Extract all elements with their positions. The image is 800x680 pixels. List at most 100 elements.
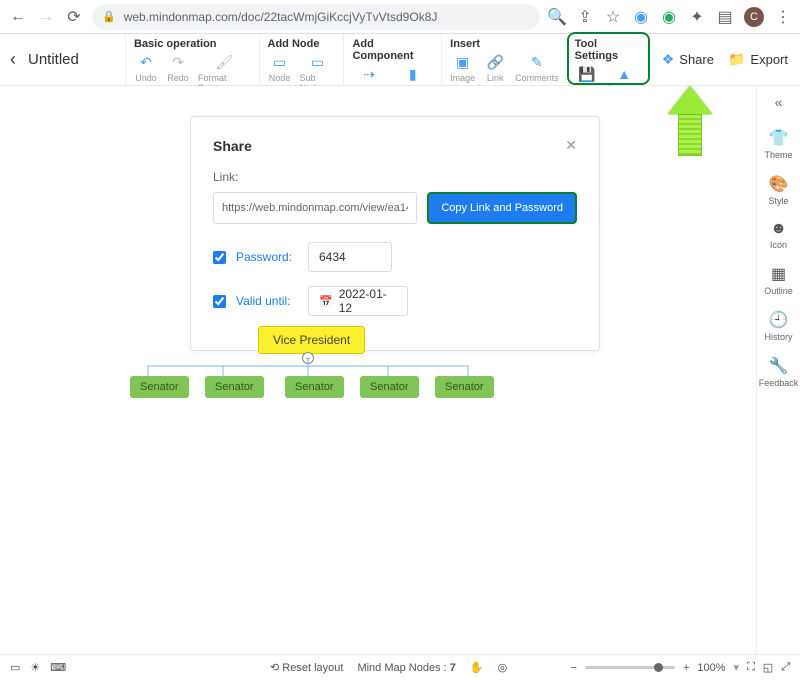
keyboard-icon[interactable]: ⌨ (50, 661, 66, 674)
group-insert: Insert ▣Image 🔗Link ✎Comments (441, 34, 567, 85)
share-dialog-title: Share (213, 138, 252, 154)
sidebar-feedback[interactable]: 🔧Feedback (759, 356, 799, 388)
reset-layout-button[interactable]: ⟲ Reset layout (270, 661, 343, 674)
menu-dots-icon[interactable]: ⋮ (774, 8, 792, 26)
group-addcomp-title: Add Component (352, 38, 433, 62)
export-button[interactable]: 📁Export (728, 51, 788, 68)
summary-icon: ▮ (409, 66, 417, 83)
presentation-icon[interactable]: ▭ (10, 661, 20, 674)
app-header: ‹ Untitled Basic operation ↶Undo ↷Redo 🖌… (0, 34, 800, 86)
node-senator-3[interactable]: Senator (285, 376, 344, 398)
node-senator-4[interactable]: Senator (360, 376, 419, 398)
sidebar-outline[interactable]: ▦Outline (764, 264, 793, 296)
tshirt-icon: 👕 (769, 128, 789, 148)
subnode-icon: ▭ (311, 54, 324, 71)
zoom-value: 100% (697, 662, 725, 674)
target-icon[interactable]: ◎ (498, 661, 508, 674)
image-button[interactable]: ▣Image (450, 54, 475, 83)
group-basic: Basic operation ↶Undo ↷Redo 🖌Format Pain… (125, 34, 259, 85)
browser-reload-icon[interactable]: ⟳ (64, 7, 84, 27)
sidebar-theme[interactable]: 👕Theme (764, 128, 792, 160)
grid-icon: ▦ (771, 264, 786, 284)
share-dialog: Share ✕ Link: Copy Link and Password Pas… (190, 116, 600, 351)
sidebar-icon[interactable]: ☻Icon (770, 220, 787, 250)
node-count: Mind Map Nodes : 7 (357, 662, 455, 674)
lock-icon: 🔒 (102, 10, 116, 23)
canvas[interactable]: « 👕Theme 🎨Style ☻Icon ▦Outline 🕘History … (0, 86, 800, 654)
smiley-icon: ☻ (770, 220, 787, 238)
sidebar-history[interactable]: 🕘History (764, 310, 792, 342)
valid-until-label: Valid until: (236, 294, 298, 308)
url-bar[interactable]: 🔒 web.mindonmap.com/doc/22tacWmjGiKccjVy… (92, 4, 540, 30)
back-arrow-icon[interactable]: ‹ (10, 49, 16, 70)
doc-title[interactable]: Untitled (28, 51, 79, 68)
password-checkbox[interactable] (213, 251, 226, 264)
brush-icon: 🖌 (215, 54, 233, 71)
comments-icon: ✎ (531, 54, 543, 71)
connectors (128, 358, 488, 378)
brightness-icon[interactable]: ☀ (30, 661, 40, 674)
ext1-icon[interactable]: ◉ (632, 8, 650, 26)
fullscreen-icon[interactable]: ⤢ (781, 661, 790, 674)
url-text: web.mindonmap.com/doc/22tacWmjGiKccjVyTv… (124, 10, 438, 24)
sidebar-style[interactable]: 🎨Style (768, 174, 788, 206)
copy-link-button[interactable]: Copy Link and Password (427, 192, 577, 224)
browser-forward-icon[interactable]: → (36, 7, 56, 27)
reading-list-icon[interactable]: ▤ (716, 8, 734, 26)
profile-avatar[interactable]: C (744, 7, 764, 27)
right-sidebar: « 👕Theme 🎨Style ☻Icon ▦Outline 🕘History … (756, 86, 800, 654)
valid-until-input[interactable]: 📅 2022-01-12 (308, 286, 408, 316)
share-icon: ❖ (662, 51, 675, 68)
zoom-slider[interactable] (585, 666, 675, 669)
link-button[interactable]: 🔗Link (483, 54, 507, 83)
comments-button[interactable]: ✎Comments (515, 54, 559, 83)
collapse-icon: ▲ (617, 66, 631, 82)
wrench-icon: 🔧 (769, 356, 789, 376)
share-button[interactable]: ❖Share (662, 51, 714, 68)
zoom-icon[interactable]: 🔍 (548, 8, 566, 26)
clock-icon: 🕘 (769, 310, 789, 330)
group-add-component: Add Component ⇢Relation ▮Summary (343, 34, 441, 85)
group-addnode-title: Add Node (268, 38, 336, 50)
save-icon: 💾 (578, 66, 595, 83)
node-senator-5[interactable]: Senator (435, 376, 494, 398)
toolbar: Basic operation ↶Undo ↷Redo 🖌Format Pain… (125, 34, 650, 85)
group-insert-title: Insert (450, 38, 559, 50)
zoom-out-button[interactable]: − (571, 662, 577, 674)
fit-icon[interactable]: ⛶ (747, 661, 755, 674)
link-label: Link: (213, 170, 577, 184)
star-icon[interactable]: ☆ (604, 8, 622, 26)
ext2-icon[interactable]: ◉ (660, 8, 678, 26)
browser-actions: 🔍 ⇪ ☆ ◉ ◉ ✦ ▤ C ⋮ (548, 7, 792, 27)
relation-icon: ⇢ (363, 66, 375, 83)
zoom-in-button[interactable]: + (683, 662, 689, 674)
node-vice-president[interactable]: Vice President (258, 326, 365, 354)
sidebar-collapse-icon[interactable]: « (775, 94, 783, 110)
undo-icon: ↶ (140, 54, 152, 71)
hand-icon[interactable]: ✋ (470, 661, 484, 674)
node-senator-2[interactable]: Senator (205, 376, 264, 398)
group-tool-settings: Tool Settings 💾Save ▲Collapse (567, 32, 650, 85)
valid-until-checkbox[interactable] (213, 295, 226, 308)
status-bar: ▭ ☀ ⌨ ⟲ Reset layout Mind Map Nodes : 7 … (0, 654, 800, 680)
node-senator-1[interactable]: Senator (130, 376, 189, 398)
redo-icon: ↷ (172, 54, 184, 71)
node-icon: ▭ (273, 54, 286, 71)
center-icon[interactable]: ◱ (763, 661, 773, 674)
extensions-icon[interactable]: ✦ (688, 8, 706, 26)
share-browser-icon[interactable]: ⇪ (576, 8, 594, 26)
group-basic-title: Basic operation (134, 38, 251, 50)
browser-bar: ← → ⟳ 🔒 web.mindonmap.com/doc/22tacWmjGi… (0, 0, 800, 34)
link-input[interactable] (213, 192, 417, 224)
password-input[interactable] (308, 242, 392, 272)
password-label: Password: (236, 250, 298, 264)
header-actions: ❖Share 📁Export (650, 34, 800, 85)
link-icon: 🔗 (486, 54, 503, 71)
annotation-arrow-icon (668, 86, 712, 156)
close-icon[interactable]: ✕ (565, 137, 577, 154)
group-add-node: Add Node ▭Node ▭Sub Node (259, 34, 344, 85)
group-toolset-title: Tool Settings (575, 38, 642, 62)
palette-icon: 🎨 (769, 174, 789, 194)
browser-back-icon[interactable]: ← (8, 7, 28, 27)
reset-icon: ⟲ (270, 662, 279, 674)
